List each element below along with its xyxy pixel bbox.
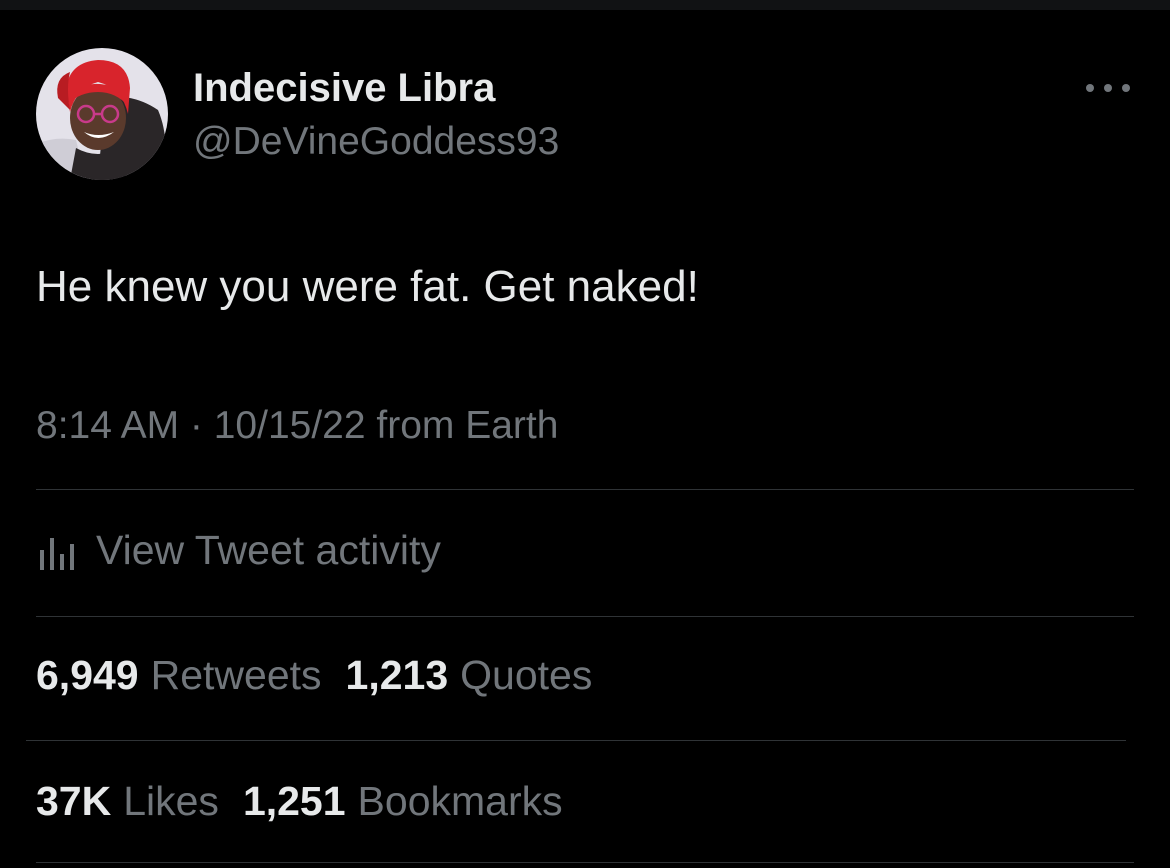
divider [36,489,1134,490]
view-tweet-activity-label: View Tweet activity [96,526,441,573]
retweets-label: Retweets [150,652,322,698]
more-horizontal-icon[interactable] [1086,76,1130,100]
view-tweet-activity-button[interactable]: View Tweet activity [36,522,441,578]
avatar[interactable] [36,48,168,180]
divider [36,862,1134,863]
quotes-label: Quotes [460,652,593,698]
more-dot [1104,84,1112,92]
tweet-timestamp[interactable]: 8:14 AM · 10/15/22 from Earth [36,404,558,448]
quotes-count: 1,213 [345,652,449,698]
likes-label: Likes [123,778,219,824]
top-bar [0,0,1170,10]
divider [26,740,1126,741]
bookmarks-label: Bookmarks [357,778,563,824]
engagement-row-1: 6,949 Retweets 1,213 Quotes [36,652,616,699]
avatar-image [36,48,168,180]
retweets-count: 6,949 [36,652,139,698]
bar-chart-icon [40,538,74,570]
divider [36,616,1134,617]
likes-count: 37K [36,778,112,824]
tweet-text: He knew you were fat. Get naked! [36,262,699,311]
more-dot [1086,84,1094,92]
quotes-stat[interactable]: 1,213 Quotes [346,652,593,699]
retweets-stat[interactable]: 6,949 Retweets [36,652,322,699]
engagement-row-2: 37K Likes 1,251 Bookmarks [36,778,587,825]
bookmarks-stat[interactable]: 1,251 Bookmarks [243,778,563,825]
author-handle[interactable]: @DeVineGoddess93 [193,120,559,164]
author-name[interactable]: Indecisive Libra [193,66,495,111]
more-dot [1122,84,1130,92]
bookmarks-count: 1,251 [242,778,346,824]
likes-stat[interactable]: 37K Likes [36,778,219,825]
